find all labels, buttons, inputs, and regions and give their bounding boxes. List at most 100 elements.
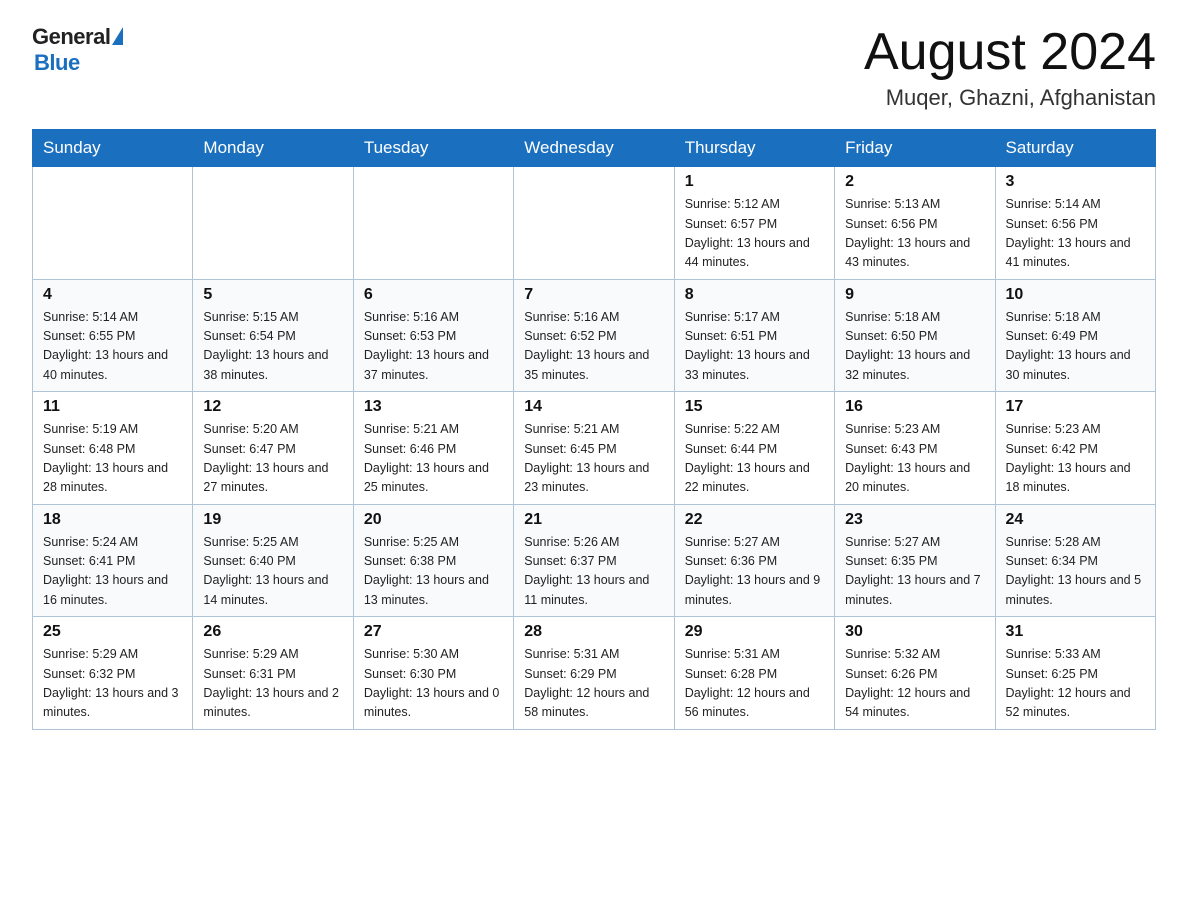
calendar-cell: 17Sunrise: 5:23 AMSunset: 6:42 PMDayligh… (995, 392, 1155, 505)
calendar-cell: 29 Sunrise: 5:31 AMSunset: 6:28 PMDayligh… (674, 617, 834, 730)
day-info: Sunrise: 5:16 AMSunset: 6:52 PMDaylight:… (524, 308, 663, 386)
day-info: Sunrise: 5:25 AMSunset: 6:40 PMDaylight:… (203, 533, 342, 611)
calendar-cell: 23 Sunrise: 5:27 AMSunset: 6:35 PMDayligh… (835, 504, 995, 617)
day-number: 11 (43, 398, 182, 416)
calendar-cell: 12 Sunrise: 5:20 AMSunset: 6:47 PMDayligh… (193, 392, 353, 505)
day-info: Sunrise: 5:21 AMSunset: 6:45 PMDaylight:… (524, 420, 663, 498)
calendar-cell: 10 Sunrise: 5:18 AMSunset: 6:49 PMDayligh… (995, 279, 1155, 392)
calendar-cell (33, 167, 193, 280)
calendar-cell: 25 Sunrise: 5:29 AMSunset: 6:32 PMDayligh… (33, 617, 193, 730)
calendar-cell: 3 Sunrise: 5:14 AMSunset: 6:56 PMDaylight… (995, 167, 1155, 280)
day-info: Sunrise: 5:31 AMSunset: 6:28 PMDaylight:… (685, 645, 824, 723)
day-info: Sunrise: 5:17 AMSunset: 6:51 PMDaylight:… (685, 308, 824, 386)
logo: General Blue (32, 24, 123, 76)
day-info: Sunrise: 5:14 AMSunset: 6:55 PMDaylight:… (43, 308, 182, 386)
calendar-cell: 24Sunrise: 5:28 AMSunset: 6:34 PMDayligh… (995, 504, 1155, 617)
day-info: Sunrise: 5:21 AMSunset: 6:46 PMDaylight:… (364, 420, 503, 498)
day-info: Sunrise: 5:29 AMSunset: 6:32 PMDaylight:… (43, 645, 182, 723)
weekday-header-tuesday: Tuesday (353, 130, 513, 167)
calendar-cell: 19Sunrise: 5:25 AMSunset: 6:40 PMDayligh… (193, 504, 353, 617)
weekday-header-thursday: Thursday (674, 130, 834, 167)
day-info: Sunrise: 5:18 AMSunset: 6:49 PMDaylight:… (1006, 308, 1145, 386)
calendar-cell: 8Sunrise: 5:17 AMSunset: 6:51 PMDaylight… (674, 279, 834, 392)
month-year-title: August 2024 (864, 24, 1156, 81)
day-number: 10 (1006, 286, 1145, 304)
page-header: General Blue August 2024 Muqer, Ghazni, … (32, 24, 1156, 111)
day-number: 3 (1006, 173, 1145, 191)
day-info: Sunrise: 5:12 AMSunset: 6:57 PMDaylight:… (685, 195, 824, 273)
day-number: 15 (685, 398, 824, 416)
calendar-cell: 5 Sunrise: 5:15 AMSunset: 6:54 PMDaylight… (193, 279, 353, 392)
day-number: 16 (845, 398, 984, 416)
logo-blue-text: Blue (34, 50, 80, 76)
calendar-cell: 27Sunrise: 5:30 AMSunset: 6:30 PMDayligh… (353, 617, 513, 730)
day-info: Sunrise: 5:22 AMSunset: 6:44 PMDaylight:… (685, 420, 824, 498)
calendar-week-row: 18Sunrise: 5:24 AMSunset: 6:41 PMDayligh… (33, 504, 1156, 617)
day-number: 23 (845, 511, 984, 529)
calendar-cell: 2 Sunrise: 5:13 AMSunset: 6:56 PMDaylight… (835, 167, 995, 280)
day-number: 7 (524, 286, 663, 304)
day-number: 28 (524, 623, 663, 641)
logo-triangle-icon (112, 27, 123, 45)
calendar-cell: 20 Sunrise: 5:25 AMSunset: 6:38 PMDayligh… (353, 504, 513, 617)
day-number: 17 (1006, 398, 1145, 416)
calendar-cell: 15 Sunrise: 5:22 AMSunset: 6:44 PMDayligh… (674, 392, 834, 505)
location-subtitle: Muqer, Ghazni, Afghanistan (864, 85, 1156, 111)
day-info: Sunrise: 5:23 AMSunset: 6:43 PMDaylight:… (845, 420, 984, 498)
day-number: 20 (364, 511, 503, 529)
calendar-week-row: 1 Sunrise: 5:12 AMSunset: 6:57 PMDaylight… (33, 167, 1156, 280)
day-number: 4 (43, 286, 182, 304)
day-number: 21 (524, 511, 663, 529)
day-number: 25 (43, 623, 182, 641)
calendar-cell: 13 Sunrise: 5:21 AMSunset: 6:46 PMDayligh… (353, 392, 513, 505)
weekday-header-monday: Monday (193, 130, 353, 167)
day-info: Sunrise: 5:32 AMSunset: 6:26 PMDaylight:… (845, 645, 984, 723)
calendar-cell (514, 167, 674, 280)
day-info: Sunrise: 5:20 AMSunset: 6:47 PMDaylight:… (203, 420, 342, 498)
day-number: 6 (364, 286, 503, 304)
day-number: 30 (845, 623, 984, 641)
day-number: 1 (685, 173, 824, 191)
day-info: Sunrise: 5:24 AMSunset: 6:41 PMDaylight:… (43, 533, 182, 611)
weekday-header-row: SundayMondayTuesdayWednesdayThursdayFrid… (33, 130, 1156, 167)
calendar-cell: 7 Sunrise: 5:16 AMSunset: 6:52 PMDaylight… (514, 279, 674, 392)
day-info: Sunrise: 5:27 AMSunset: 6:35 PMDaylight:… (845, 533, 984, 611)
day-number: 5 (203, 286, 342, 304)
calendar-cell: 31Sunrise: 5:33 AMSunset: 6:25 PMDayligh… (995, 617, 1155, 730)
day-info: Sunrise: 5:33 AMSunset: 6:25 PMDaylight:… (1006, 645, 1145, 723)
calendar-cell (193, 167, 353, 280)
day-info: Sunrise: 5:31 AMSunset: 6:29 PMDaylight:… (524, 645, 663, 723)
weekday-header-sunday: Sunday (33, 130, 193, 167)
day-number: 24 (1006, 511, 1145, 529)
weekday-header-wednesday: Wednesday (514, 130, 674, 167)
day-info: Sunrise: 5:13 AMSunset: 6:56 PMDaylight:… (845, 195, 984, 273)
weekday-header-friday: Friday (835, 130, 995, 167)
calendar-cell: 16 Sunrise: 5:23 AMSunset: 6:43 PMDayligh… (835, 392, 995, 505)
calendar-week-row: 11Sunrise: 5:19 AMSunset: 6:48 PMDayligh… (33, 392, 1156, 505)
day-info: Sunrise: 5:14 AMSunset: 6:56 PMDaylight:… (1006, 195, 1145, 273)
calendar-cell: 1 Sunrise: 5:12 AMSunset: 6:57 PMDaylight… (674, 167, 834, 280)
calendar-week-row: 4 Sunrise: 5:14 AMSunset: 6:55 PMDaylight… (33, 279, 1156, 392)
day-info: Sunrise: 5:16 AMSunset: 6:53 PMDaylight:… (364, 308, 503, 386)
day-info: Sunrise: 5:25 AMSunset: 6:38 PMDaylight:… (364, 533, 503, 611)
day-info: Sunrise: 5:15 AMSunset: 6:54 PMDaylight:… (203, 308, 342, 386)
calendar-table: SundayMondayTuesdayWednesdayThursdayFrid… (32, 129, 1156, 730)
calendar-cell (353, 167, 513, 280)
calendar-week-row: 25 Sunrise: 5:29 AMSunset: 6:32 PMDayligh… (33, 617, 1156, 730)
calendar-cell: 26Sunrise: 5:29 AMSunset: 6:31 PMDayligh… (193, 617, 353, 730)
day-number: 22 (685, 511, 824, 529)
day-info: Sunrise: 5:26 AMSunset: 6:37 PMDaylight:… (524, 533, 663, 611)
day-number: 2 (845, 173, 984, 191)
day-number: 29 (685, 623, 824, 641)
day-info: Sunrise: 5:30 AMSunset: 6:30 PMDaylight:… (364, 645, 503, 723)
calendar-cell: 9Sunrise: 5:18 AMSunset: 6:50 PMDaylight… (835, 279, 995, 392)
calendar-cell: 28 Sunrise: 5:31 AMSunset: 6:29 PMDayligh… (514, 617, 674, 730)
day-info: Sunrise: 5:18 AMSunset: 6:50 PMDaylight:… (845, 308, 984, 386)
title-block: August 2024 Muqer, Ghazni, Afghanistan (864, 24, 1156, 111)
day-number: 13 (364, 398, 503, 416)
day-number: 14 (524, 398, 663, 416)
calendar-cell: 14 Sunrise: 5:21 AMSunset: 6:45 PMDayligh… (514, 392, 674, 505)
day-info: Sunrise: 5:29 AMSunset: 6:31 PMDaylight:… (203, 645, 342, 723)
calendar-cell: 4 Sunrise: 5:14 AMSunset: 6:55 PMDaylight… (33, 279, 193, 392)
day-number: 12 (203, 398, 342, 416)
